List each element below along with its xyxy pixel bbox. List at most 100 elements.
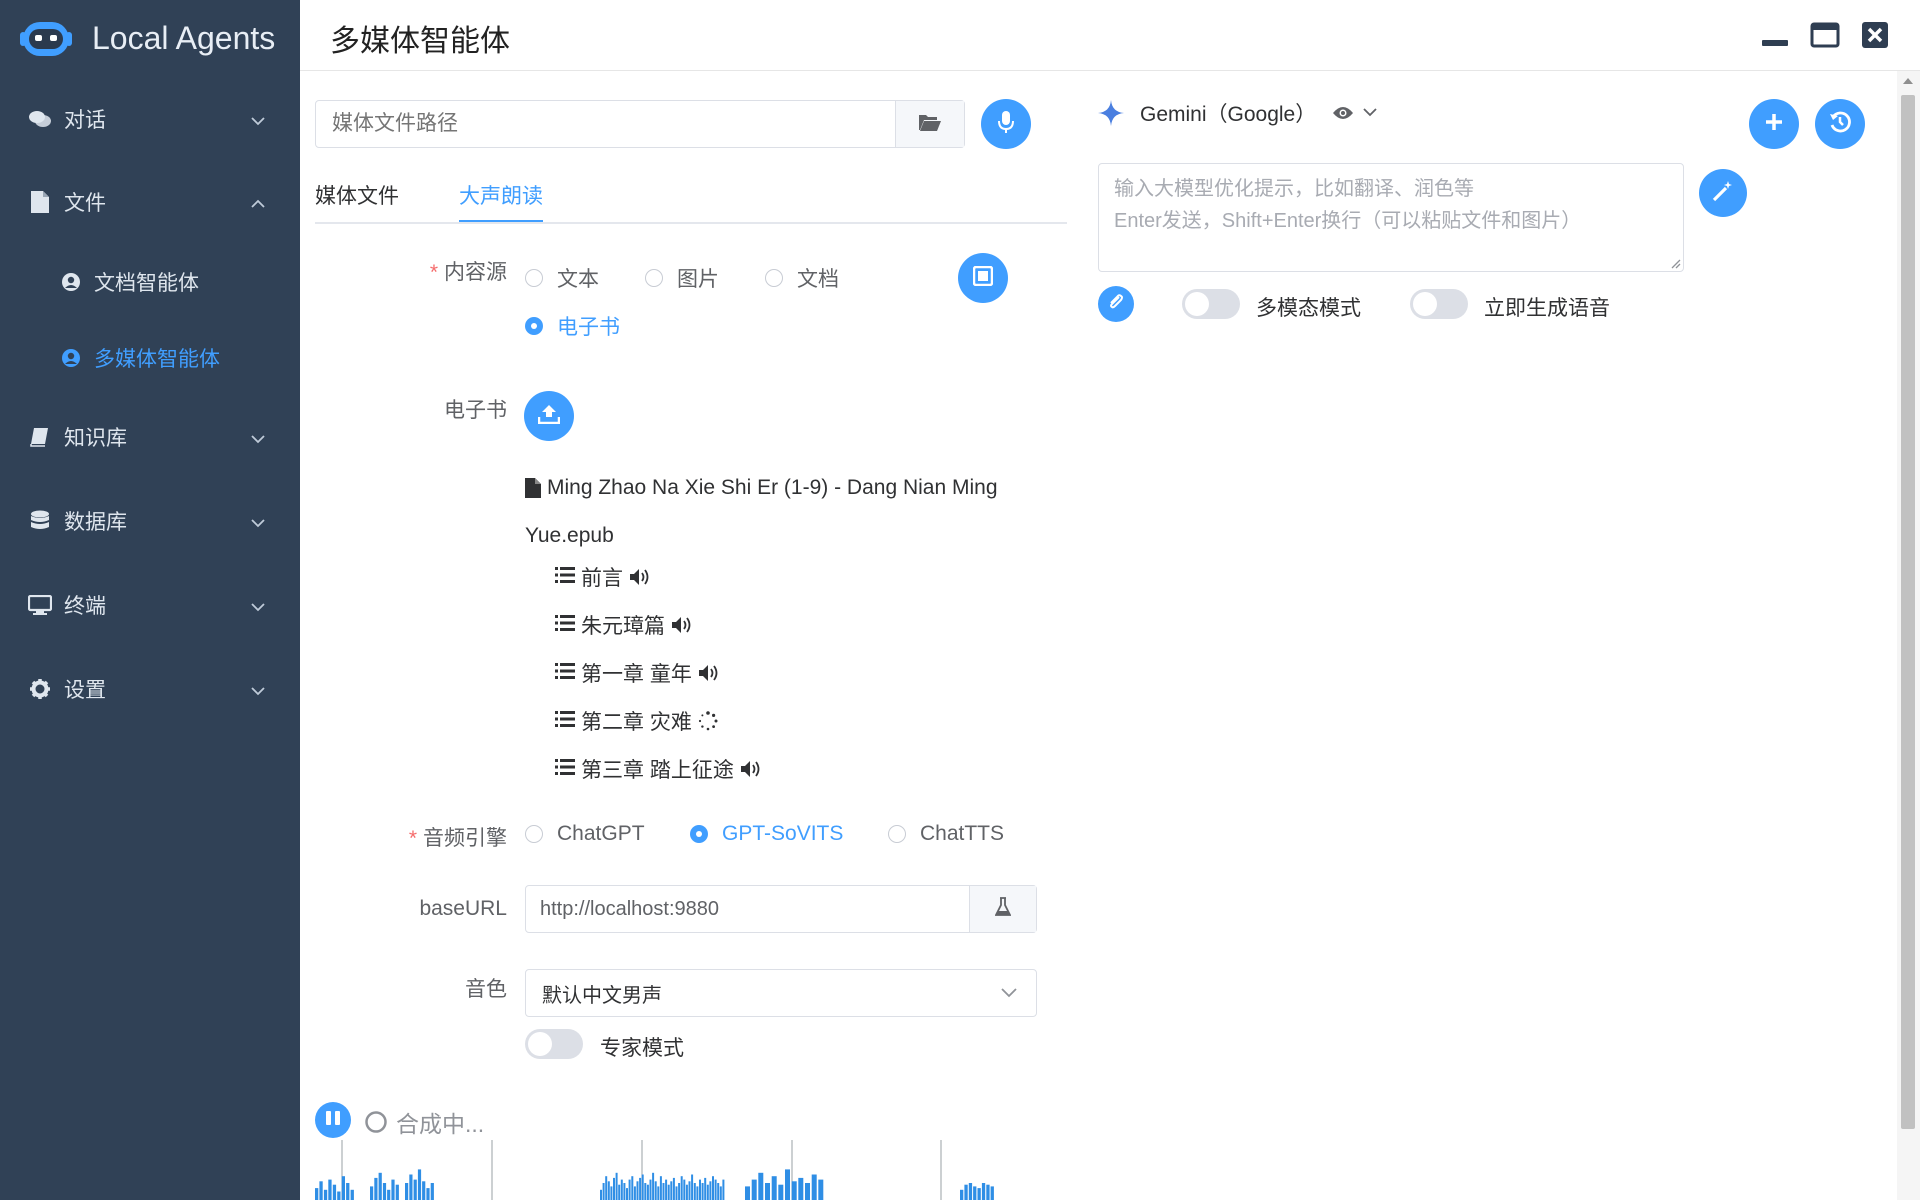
upload-button[interactable] [524, 391, 574, 441]
flask-icon [994, 896, 1012, 922]
waveform-bar [378, 1172, 382, 1200]
microphone-button[interactable] [981, 99, 1031, 149]
waveform-bar [785, 1169, 790, 1200]
waveform-bar [639, 1177, 642, 1200]
sidebar-item-label: 知识库 [64, 427, 127, 450]
user-circle-icon [60, 271, 82, 293]
voice-select[interactable]: 默认中文男声 [525, 969, 1037, 1017]
maximize-button[interactable] [1810, 20, 1840, 50]
chapter-item[interactable]: 第二章 灾难 [555, 706, 718, 736]
sidebar-item-label: 文件 [64, 192, 106, 215]
waveform-bar [981, 1183, 986, 1200]
prompt-textarea[interactable]: 输入大模型优化提示，比如翻译、润色等 Enter发送，Shift+Enter换行… [1098, 163, 1684, 272]
volume-icon[interactable] [671, 616, 693, 634]
sidebar-item-chat[interactable]: 对话 [0, 89, 300, 149]
robot-logo-icon [20, 16, 72, 60]
multimodal-switch[interactable] [1182, 289, 1240, 319]
audio-waveform[interactable] [315, 1138, 1015, 1200]
volume-icon[interactable] [698, 664, 720, 682]
radio-document[interactable]: 文档 [765, 263, 839, 293]
waveform-bar [628, 1179, 631, 1200]
volume-icon[interactable] [629, 568, 651, 586]
voice-label: 音色 [465, 978, 507, 1001]
chapter-item[interactable]: 第三章 踏上征途 [555, 754, 762, 784]
waveform-bar [605, 1176, 608, 1200]
waveform-bar [665, 1179, 668, 1200]
sidebar-subitem-doc-agent[interactable]: 文档智能体 [0, 252, 300, 312]
scrollbar[interactable] [1897, 71, 1920, 1200]
sidebar-subitem-label: 多媒体智能体 [94, 348, 220, 371]
waveform-bar [818, 1179, 824, 1200]
waveform-bar [618, 1184, 621, 1200]
waveform-bar [712, 1176, 714, 1200]
sidebar-item-knowledge[interactable]: 知识库 [0, 407, 300, 467]
brand: Local Agents [0, 0, 300, 76]
waveform-bar [422, 1181, 426, 1200]
ebook-label: 电子书 [444, 399, 507, 422]
waveform-bar [610, 1186, 613, 1200]
sidebar-subitem-media-agent[interactable]: 多媒体智能体 [0, 328, 300, 388]
waveform-bar [657, 1186, 660, 1200]
radio-chattts[interactable]: ChatTTS [888, 822, 1004, 846]
magic-wand-icon [1712, 180, 1734, 207]
model-selector[interactable]: Gemini（Google） [1098, 98, 1378, 128]
waveform-bar [319, 1181, 323, 1200]
waveform-bar [688, 1181, 691, 1200]
radio-gpt-sovits[interactable]: GPT-SoVITS [690, 822, 843, 846]
volume-icon[interactable] [740, 760, 762, 778]
file-icon [28, 190, 52, 214]
resize-handle-icon[interactable] [1669, 257, 1681, 269]
radio-image[interactable]: 图片 [645, 263, 719, 293]
content-source-label: * 内容源 [429, 261, 507, 284]
radio-ebook[interactable]: 电子书 [525, 311, 620, 341]
magic-wand-button[interactable] [1699, 169, 1747, 217]
test-connection-button[interactable] [969, 886, 1036, 932]
sidebar-item-files[interactable]: 文件 [0, 172, 300, 232]
waveform-bar [706, 1184, 709, 1200]
eye-icon[interactable] [1332, 105, 1354, 121]
paperclip-icon [1107, 293, 1125, 316]
waveform-bar [693, 1183, 696, 1200]
sidebar-item-database[interactable]: 数据库 [0, 491, 300, 551]
scroll-up-icon[interactable] [1902, 77, 1914, 85]
expert-mode-label: 专家模式 [600, 1037, 684, 1060]
media-path-input[interactable] [316, 101, 895, 147]
stop-icon [972, 265, 994, 291]
upload-icon [537, 404, 561, 429]
chevron-down-icon[interactable] [1362, 107, 1378, 119]
prompt-placeholder-line: Enter发送，Shift+Enter换行（可以粘贴文件和图片） [1114, 210, 1582, 232]
waveform-bar [413, 1179, 417, 1200]
chapter-item[interactable]: 第一章 童年 [555, 658, 720, 688]
synthesis-status: 合成中... [364, 1105, 484, 1139]
sidebar: Local Agents 对话 文件 文档智能体 多媒体智能体 知识库 数据库 … [0, 0, 300, 1200]
pause-button[interactable] [315, 1102, 351, 1138]
instant-voice-switch[interactable] [1410, 289, 1468, 319]
radio-text[interactable]: 文本 [525, 263, 599, 293]
close-button[interactable] [1860, 20, 1890, 50]
gemini-sparkle-icon [1098, 100, 1124, 126]
chapter-item[interactable]: 朱元璋篇 [555, 610, 693, 640]
waveform-bar [430, 1183, 434, 1200]
waveform-bar [771, 1176, 777, 1200]
chapter-item[interactable]: 前言 [555, 562, 651, 592]
waveform-bar [960, 1189, 964, 1200]
attach-button[interactable] [1098, 286, 1134, 322]
multimodal-label: 多模态模式 [1256, 297, 1361, 320]
base-url-input[interactable] [526, 886, 969, 932]
scrollbar-thumb[interactable] [1901, 95, 1915, 1129]
browse-folder-button[interactable] [895, 101, 964, 147]
waveform-bar [758, 1172, 764, 1200]
add-button[interactable] [1749, 99, 1799, 149]
waveform-bar [678, 1183, 681, 1200]
radio-chatgpt[interactable]: ChatGPT [525, 822, 645, 846]
sidebar-item-settings[interactable]: 设置 [0, 659, 300, 719]
waveform-bar [683, 1179, 686, 1200]
minimize-button[interactable] [1760, 20, 1790, 50]
tab-media-files[interactable]: 媒体文件 [315, 180, 399, 210]
sidebar-item-terminal[interactable]: 终端 [0, 575, 300, 635]
stop-button[interactable] [958, 253, 1008, 303]
expert-mode-switch[interactable] [525, 1029, 583, 1059]
waveform-bar [387, 1189, 391, 1200]
tab-read-aloud[interactable]: 大声朗读 [459, 180, 543, 222]
history-button[interactable] [1815, 99, 1865, 149]
